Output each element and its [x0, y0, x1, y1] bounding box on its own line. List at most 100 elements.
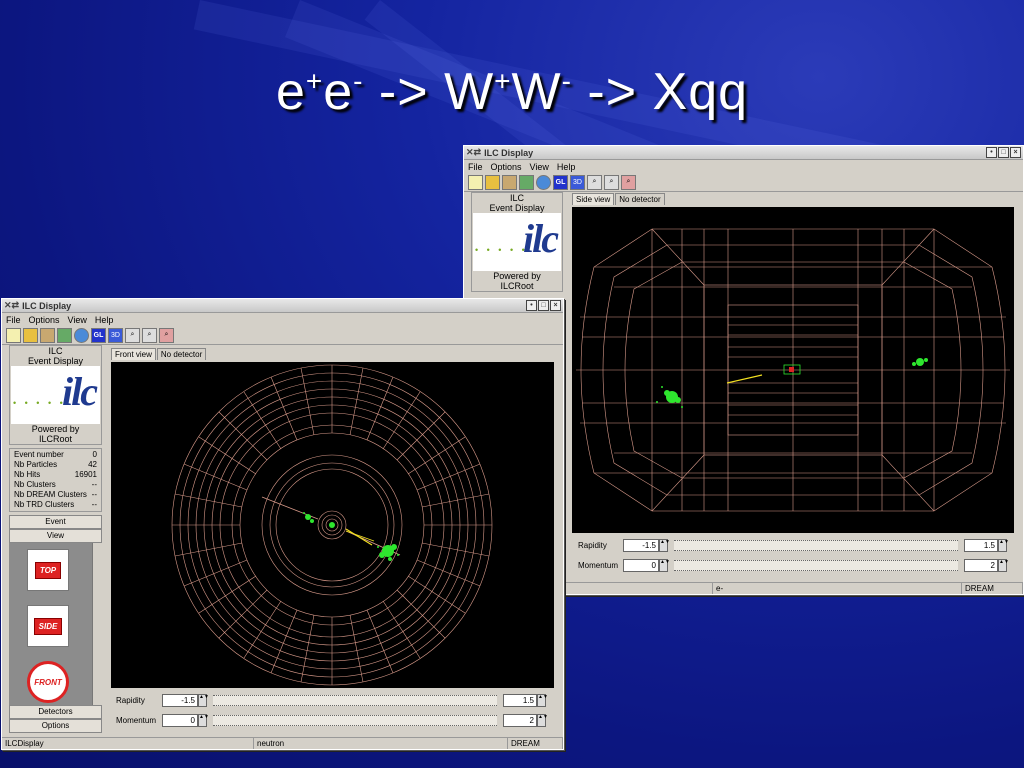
menu-view[interactable]: View [530, 162, 549, 172]
menu-file[interactable]: File [468, 162, 483, 172]
rapidity-max-input[interactable]: 1.5 [964, 539, 998, 552]
menu-options[interactable]: Options [491, 162, 522, 172]
side-view-canvas[interactable] [572, 207, 1014, 533]
view-button[interactable]: View [9, 529, 102, 543]
window-titlebar[interactable]: ✕⇄ ILC Display • □ × [464, 146, 1023, 160]
close-icon[interactable]: × [550, 300, 561, 311]
left-panel: ILC Event Display • • • • • ilc Powered … [471, 192, 563, 302]
maximize-icon[interactable]: □ [538, 300, 549, 311]
status-cell-2: neutron [254, 738, 508, 749]
rapidity-slider[interactable] [213, 695, 497, 706]
x-logo-icon: ✕⇄ [466, 147, 482, 157]
options-button[interactable]: Options [9, 719, 102, 733]
rapidity-min-spinner[interactable]: ▲▼ [198, 694, 209, 707]
open-icon[interactable] [485, 174, 500, 190]
menu-help[interactable]: Help [557, 162, 576, 172]
maximize-icon[interactable]: □ [998, 147, 1009, 158]
window-title: ILC Display [484, 147, 534, 158]
info-value: -- [91, 500, 97, 509]
rapidity-min-input[interactable]: -1.5 [623, 539, 659, 552]
momentum-max-spinner[interactable]: ▲▼ [998, 559, 1009, 572]
rapidity-min-spinner[interactable]: ▲▼ [659, 539, 670, 552]
globe-icon[interactable] [536, 174, 551, 190]
info-label: Nb Particles [14, 460, 58, 469]
new-icon[interactable] [6, 327, 21, 343]
tab-no-detector[interactable]: No detector [156, 348, 207, 360]
menu-help[interactable]: Help [95, 315, 114, 325]
3d-icon[interactable]: 3D [570, 174, 585, 190]
tab-front-view[interactable]: Front view [111, 348, 156, 360]
tab-side-view[interactable]: Side view [572, 193, 615, 205]
logo-line2: Event Display [27, 356, 84, 366]
event-button[interactable]: Event [9, 515, 102, 529]
side-view-icon[interactable]: SIDE [27, 605, 69, 647]
info-row: Nb Hits 16901 [14, 470, 97, 480]
rapidity-label: Rapidity [578, 541, 607, 550]
layers-icon[interactable] [57, 327, 72, 343]
zoom-in-icon[interactable]: ⌕ [587, 174, 602, 190]
rapidity-max-spinner[interactable]: ▲▼ [998, 539, 1009, 552]
top-view-icon[interactable]: TOP [27, 549, 69, 591]
side-view-detector-svg [576, 228, 1010, 512]
momentum-min-input[interactable]: 0 [162, 714, 198, 727]
momentum-min-spinner[interactable]: ▲▼ [198, 714, 209, 727]
ilc-logo: • • • • • ilc [11, 366, 100, 424]
gl-icon[interactable]: GL [91, 327, 106, 343]
save-icon[interactable] [40, 327, 55, 343]
momentum-slider[interactable] [213, 715, 497, 726]
menu-file[interactable]: File [6, 315, 21, 325]
front-view-detector-svg [171, 364, 493, 686]
icon-strip-scrollbar[interactable] [92, 543, 102, 705]
info-row: Event number 0 [14, 450, 97, 460]
front-view-canvas[interactable] [111, 362, 554, 688]
globe-icon[interactable] [74, 327, 89, 343]
zoom-out-icon[interactable]: ⌕ [142, 327, 157, 343]
zoom-reset-icon[interactable]: ⌕ [159, 327, 174, 343]
3d-icon[interactable]: 3D [108, 327, 123, 343]
rapidity-max-spinner[interactable]: ▲▼ [537, 694, 548, 707]
logo-box: ILC Event Display • • • • • ilc Powered … [9, 345, 102, 445]
tab-no-detector[interactable]: No detector [615, 193, 665, 205]
rapidity-slider[interactable] [674, 540, 958, 551]
status-cell-3: DREAM [962, 583, 1023, 594]
logo-powered: Powered by [31, 424, 80, 434]
window-titlebar[interactable]: ✕⇄ ILC Display • □ × [2, 299, 563, 313]
new-icon[interactable] [468, 174, 483, 190]
menu-options[interactable]: Options [29, 315, 60, 325]
status-cell-3: DREAM [508, 738, 563, 749]
momentum-label: Momentum [116, 716, 157, 725]
momentum-min-spinner[interactable]: ▲▼ [659, 559, 670, 572]
zoom-out-icon[interactable]: ⌕ [604, 174, 619, 190]
rapidity-label: Rapidity [116, 696, 145, 705]
logo-dots: • • • • • [13, 398, 66, 408]
momentum-max-spinner[interactable]: ▲▼ [537, 714, 548, 727]
side-view-label: SIDE [33, 617, 63, 635]
info-value: -- [91, 480, 97, 489]
momentum-max-input[interactable]: 2 [964, 559, 998, 572]
momentum-slider[interactable] [674, 560, 958, 571]
info-label: Nb Hits [14, 470, 41, 479]
momentum-min-input[interactable]: 0 [623, 559, 659, 572]
window-title: ILC Display [22, 300, 72, 311]
menu-icon[interactable]: • [986, 147, 997, 158]
detectors-button[interactable]: Detectors [9, 705, 102, 719]
save-icon[interactable] [502, 174, 517, 190]
zoom-reset-icon[interactable]: ⌕ [621, 174, 636, 190]
info-value: 42 [88, 460, 97, 469]
logo-mark: ilc [523, 216, 559, 261]
gl-icon[interactable]: GL [553, 174, 568, 190]
rapidity-min-input[interactable]: -1.5 [162, 694, 198, 707]
ilc-display-window-front[interactable]: ✕⇄ ILC Display • □ × File Options View H… [1, 298, 564, 750]
info-label: Nb TRD Clusters [14, 500, 75, 509]
menu-icon[interactable]: • [526, 300, 537, 311]
momentum-max-input[interactable]: 2 [503, 714, 537, 727]
menubar: File Options View Help [464, 160, 1023, 173]
rapidity-max-input[interactable]: 1.5 [503, 694, 537, 707]
status-cell-2: e- [713, 583, 962, 594]
menu-view[interactable]: View [68, 315, 87, 325]
front-view-icon[interactable]: FRONT [27, 661, 69, 703]
layers-icon[interactable] [519, 174, 534, 190]
zoom-in-icon[interactable]: ⌕ [125, 327, 140, 343]
close-icon[interactable]: × [1010, 147, 1021, 158]
open-icon[interactable] [23, 327, 38, 343]
